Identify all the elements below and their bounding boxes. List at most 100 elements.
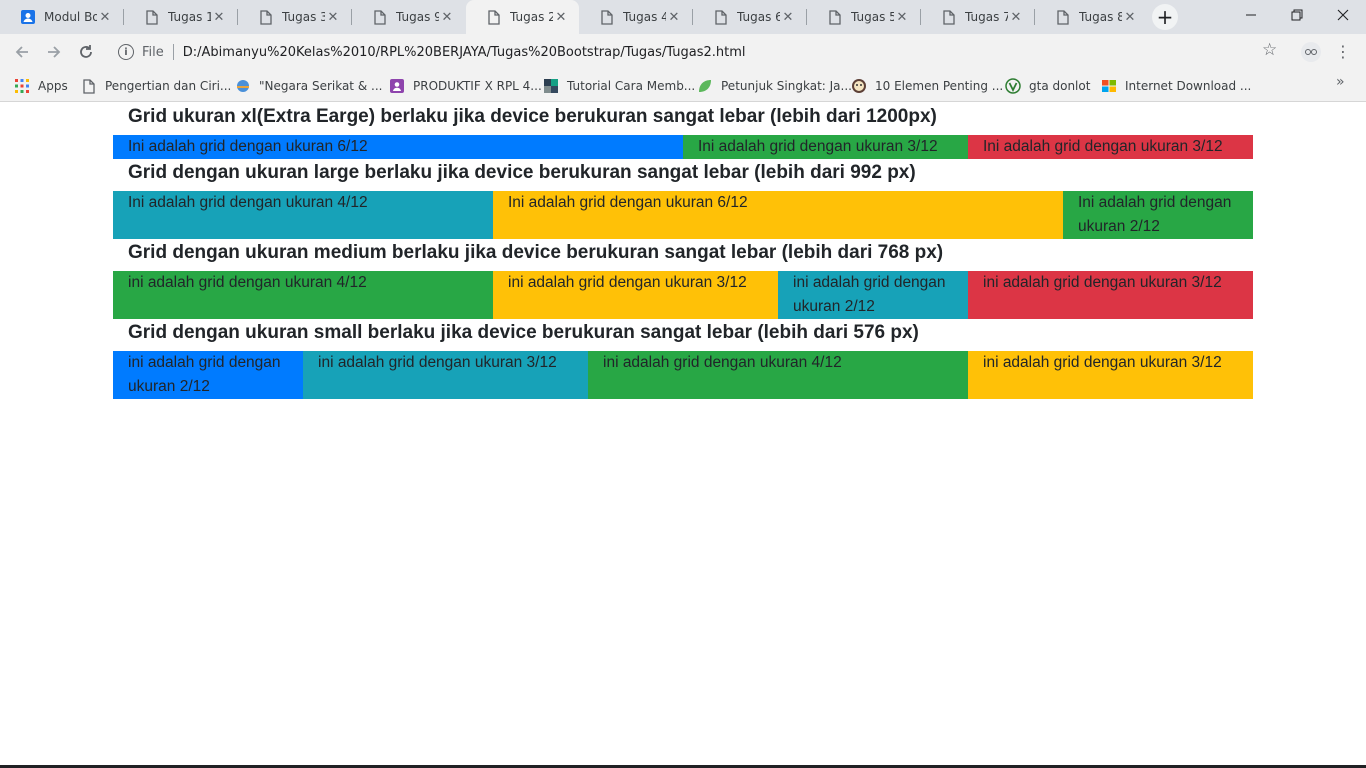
close-icon[interactable]: ✕ (894, 9, 910, 25)
grid-cell: Ini adalah grid dengan ukuran 2/12 (1063, 191, 1253, 239)
close-icon[interactable]: ✕ (666, 9, 682, 25)
tab-strip: Modul Bo ✕ Tugas 1 ✕ Tugas 3 ✕ Tugas 9 ✕… (0, 0, 1366, 34)
restore-button[interactable] (1274, 0, 1320, 30)
grid-cell: Ini adalah grid dengan ukuran 4/12 (113, 191, 493, 239)
grid-row-md: ini adalah grid dengan ukuran 4/12 ini a… (113, 271, 1253, 319)
close-icon[interactable]: ✕ (1122, 9, 1138, 25)
minimize-icon (1246, 14, 1256, 16)
bookmark-label: PRODUKTIF X RPL 4... (413, 79, 542, 93)
tab-title: Tugas 4 (623, 10, 666, 24)
blog-favicon-icon (543, 78, 559, 94)
url-text[interactable]: D:/Abimanyu%20Kelas%2010/RPL%20BERJAYA/T… (183, 45, 746, 60)
grid-cell: ini adalah grid dengan ukuran 4/12 (113, 271, 493, 319)
close-icon[interactable]: ✕ (553, 9, 569, 25)
tab-tugas-3[interactable]: Tugas 3 ✕ (238, 0, 351, 34)
tab-title: Modul Bo (44, 10, 97, 24)
grid-cell: ini adalah grid dengan ukuran 2/12 (113, 351, 303, 399)
bookmark-item[interactable]: Petunjuk Singkat: Ja... (697, 77, 852, 95)
grid-cell: ini adalah grid dengan ukuran 4/12 (588, 351, 968, 399)
leaf-favicon-icon (697, 78, 713, 94)
tab-tugas-5[interactable]: Tugas 5 ✕ (807, 0, 920, 34)
info-icon[interactable]: i (118, 44, 134, 60)
document-icon (713, 9, 729, 25)
tab-title: Tugas 5 (851, 10, 894, 24)
bookmark-label: Petunjuk Singkat: Ja... (721, 79, 852, 93)
scheme-label: File (142, 44, 164, 60)
bookmark-item[interactable]: gta donlot (1005, 77, 1090, 95)
bookmarks-bar: Apps Pengertian dan Ciri... "Negara Seri… (0, 70, 1366, 102)
bookmark-item[interactable]: 10 Elemen Penting ... (851, 77, 1003, 95)
tab-tugas-7[interactable]: Tugas 7 ✕ (921, 0, 1034, 34)
grid-cell: Ini adalah grid dengan ukuran 3/12 (683, 135, 968, 159)
tab-modul-bootstrap[interactable]: Modul Bo ✕ (0, 0, 123, 34)
grid-cell: ini adalah grid dengan ukuran 3/12 (493, 271, 778, 319)
back-button[interactable] (8, 38, 36, 66)
document-icon (599, 9, 615, 25)
grid-cell: Ini adalah grid dengan ukuran 6/12 (113, 135, 683, 159)
close-icon[interactable]: ✕ (211, 9, 227, 25)
document-icon (372, 9, 388, 25)
menu-dots-icon[interactable]: ⋮ (1335, 42, 1351, 62)
document-icon (827, 9, 843, 25)
close-icon[interactable]: ✕ (97, 9, 113, 25)
tab-title: Tugas 9 (396, 10, 439, 24)
document-icon (941, 9, 957, 25)
tab-tugas-1[interactable]: Tugas 1 ✕ (124, 0, 237, 34)
bookmark-apps[interactable]: Apps (14, 77, 68, 95)
reload-button[interactable] (72, 38, 100, 66)
tab-tugas-4[interactable]: Tugas 4 ✕ (579, 0, 692, 34)
close-icon[interactable]: ✕ (439, 9, 455, 25)
grid-row-xl: Ini adalah grid dengan ukuran 6/12 Ini a… (113, 135, 1253, 159)
address-bar[interactable]: i File D:/Abimanyu%20Kelas%2010/RPL%20BE… (108, 38, 1292, 66)
tab-tugas-9[interactable]: Tugas 9 ✕ (352, 0, 465, 34)
section-heading-lg: Grid dengan ukuran large berlaku jika de… (128, 162, 916, 183)
grid-row-lg: Ini adalah grid dengan ukuran 4/12 Ini a… (113, 191, 1253, 239)
tab-title: Tugas 8 (1079, 10, 1122, 24)
window-close-button[interactable] (1320, 0, 1366, 30)
minimize-button[interactable] (1228, 0, 1274, 30)
bookmark-star-icon[interactable]: ☆ (1262, 40, 1277, 60)
tab-title: Tugas 2 (510, 10, 553, 24)
tab-title: Tugas 7 (965, 10, 1008, 24)
document-icon (81, 78, 97, 94)
close-icon[interactable]: ✕ (1008, 9, 1024, 25)
bookmark-label: "Negara Serikat & ... (259, 79, 383, 93)
bookmark-label: Apps (38, 79, 68, 93)
bookmark-label: Internet Download ... (1125, 79, 1252, 93)
document-icon (144, 9, 160, 25)
close-icon[interactable]: ✕ (325, 9, 341, 25)
tab-tugas-8[interactable]: Tugas 8 ✕ (1035, 0, 1148, 34)
forward-button[interactable] (40, 38, 68, 66)
section-heading-md: Grid dengan ukuran medium berlaku jika d… (128, 242, 944, 263)
profile-avatar-icon[interactable] (1301, 42, 1321, 62)
document-icon (486, 9, 502, 25)
forward-arrow-icon (48, 46, 61, 58)
bookmark-label: Tutorial Cara Memb... (567, 79, 696, 93)
section-heading-sm: Grid dengan ukuran small berlaku jika de… (128, 322, 919, 343)
tab-tugas-2[interactable]: Tugas 2 ✕ (466, 0, 579, 34)
v-favicon-icon (1005, 78, 1021, 94)
face-favicon-icon (851, 78, 867, 94)
restore-icon (1291, 9, 1303, 21)
new-tab-button[interactable]: + (1152, 4, 1178, 30)
profile-favicon-icon (20, 9, 36, 25)
section-heading-xl: Grid ukuran xl(Extra Earge) berlaku jika… (128, 106, 937, 127)
bookmark-item[interactable]: Internet Download ... (1101, 77, 1251, 95)
grid-cell: ini adalah grid dengan ukuran 3/12 (303, 351, 588, 399)
close-icon[interactable]: ✕ (780, 9, 796, 25)
document-icon (1055, 9, 1071, 25)
bookmark-label: 10 Elemen Penting ... (875, 79, 1004, 93)
bookmark-item[interactable]: PRODUKTIF X RPL 4... (389, 77, 542, 95)
browser-toolbar: i File D:/Abimanyu%20Kelas%2010/RPL%20BE… (0, 34, 1366, 70)
bookmark-item[interactable]: Tutorial Cara Memb... (543, 77, 695, 95)
bookmark-item[interactable]: Pengertian dan Ciri... (81, 77, 231, 95)
globe-favicon-icon (235, 78, 251, 94)
grid-cell: ini adalah grid dengan ukuran 3/12 (968, 351, 1253, 399)
tab-title: Tugas 6 (737, 10, 780, 24)
tab-tugas-6[interactable]: Tugas 6 ✕ (693, 0, 806, 34)
tab-title: Tugas 1 (168, 10, 211, 24)
classroom-favicon-icon (389, 78, 405, 94)
back-arrow-icon (15, 46, 28, 58)
bookmarks-overflow-icon[interactable]: » (1336, 74, 1345, 90)
bookmark-item[interactable]: "Negara Serikat & ... (235, 77, 382, 95)
